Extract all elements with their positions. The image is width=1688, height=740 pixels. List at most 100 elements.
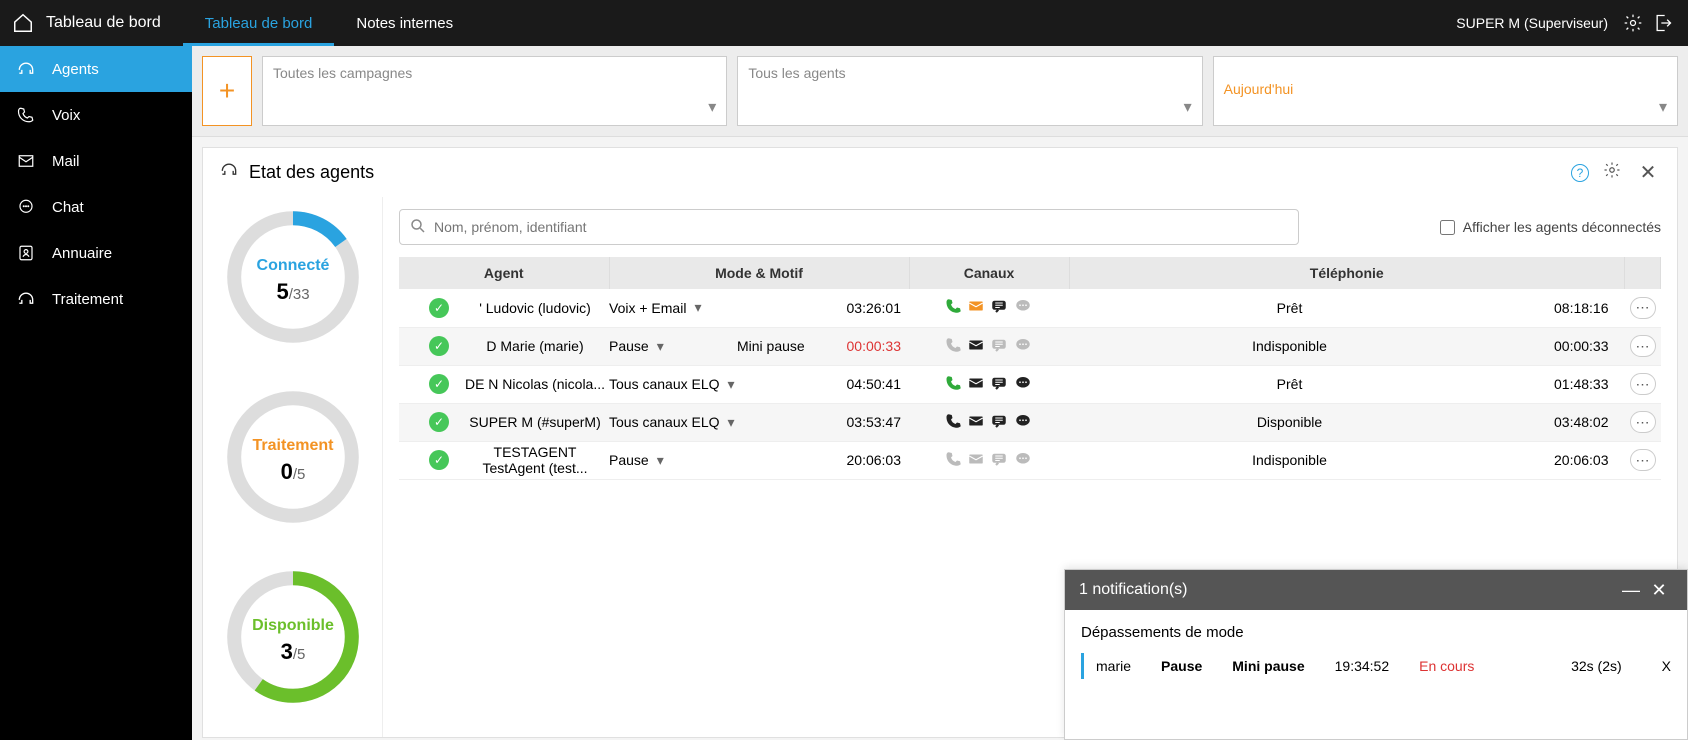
mode-timer: 03:26:01 xyxy=(847,300,902,316)
telephony-status: Prêt xyxy=(1085,376,1494,392)
telephony-timer: 08:18:16 xyxy=(1554,300,1609,316)
close-icon[interactable]: ✕ xyxy=(1645,580,1673,601)
status-check-icon: ✓ xyxy=(429,450,449,470)
checkbox-input[interactable] xyxy=(1440,220,1455,235)
close-icon[interactable]: ✕ xyxy=(1635,160,1661,185)
gauge-value: 3/5 xyxy=(223,639,363,665)
headset-icon xyxy=(219,160,239,185)
notifications-title: 1 notification(s) xyxy=(1079,581,1188,599)
mode-select[interactable]: Voix + Email▾ xyxy=(609,299,719,316)
sidebar-item-voix[interactable]: Voix xyxy=(0,92,192,138)
notif-dismiss-icon[interactable]: X xyxy=(1662,658,1671,674)
mode-timer: 20:06:03 xyxy=(847,452,902,468)
notif-status: En cours xyxy=(1419,658,1474,674)
table-row: ✓ ' Ludovic (ludovic) Voix + Email▾ 03:2… xyxy=(399,289,1661,327)
home-icon[interactable] xyxy=(0,12,46,34)
gauge-value: 0/5 xyxy=(223,459,363,485)
sidebar-item-mail[interactable]: Mail xyxy=(0,138,192,184)
telephony-status: Prêt xyxy=(1085,300,1494,316)
filter-label: Toutes les campagnes xyxy=(273,65,412,81)
search-icon xyxy=(409,217,427,240)
mode-select[interactable]: Tous canaux ELQ▾ xyxy=(609,376,735,393)
col-agent[interactable]: Agent xyxy=(399,257,609,289)
gauge-label: Traitement xyxy=(223,437,363,455)
tab-notes-internes[interactable]: Notes internes xyxy=(334,0,475,46)
row-actions-menu[interactable]: ⋯ xyxy=(1630,297,1656,319)
panel-title: Etat des agents xyxy=(249,162,374,183)
caret-down-icon: ▾ xyxy=(708,97,716,117)
channels-icons xyxy=(945,412,1033,430)
telephony-timer: 00:00:33 xyxy=(1554,338,1609,354)
col-telephony[interactable]: Téléphonie xyxy=(1069,257,1625,289)
sidebar-item-label: Chat xyxy=(52,199,84,216)
table-row: ✓ SUPER M (#superM) Tous canaux ELQ▾ 03:… xyxy=(399,403,1661,441)
show-disconnected-checkbox[interactable]: Afficher les agents déconnectés xyxy=(1440,219,1661,235)
telephony-status: Disponible xyxy=(1085,414,1494,430)
sidebar-item-agents[interactable]: Agents xyxy=(0,46,192,92)
motif-label: Mini pause xyxy=(737,338,805,354)
mode-timer: 00:00:33 xyxy=(847,338,902,354)
minimize-icon[interactable]: — xyxy=(1617,580,1645,601)
channels-icons xyxy=(945,450,1033,468)
channels-icons xyxy=(945,336,1033,354)
status-check-icon: ✓ xyxy=(429,336,449,356)
table-row: ✓ DE N Nicolas (nicola... Tous canaux EL… xyxy=(399,365,1661,403)
sidebar-item-label: Traitement xyxy=(52,291,123,308)
notif-motif: Mini pause xyxy=(1232,658,1304,674)
settings-gear-icon[interactable] xyxy=(1599,161,1625,184)
notif-duration: 32s (2s) xyxy=(1571,658,1622,674)
table-row: ✓ TESTAGENT TestAgent (test... Pause▾ 20… xyxy=(399,441,1661,479)
agents-table: Agent Mode & Motif Canaux Téléphonie ✓ '… xyxy=(399,257,1661,480)
mail-icon xyxy=(16,152,36,170)
col-channels[interactable]: Canaux xyxy=(909,257,1069,289)
app-title: Tableau de bord xyxy=(46,14,173,32)
row-actions-menu[interactable]: ⋯ xyxy=(1630,449,1656,471)
agents-filter[interactable]: Tous les agents ▾ xyxy=(737,56,1202,126)
top-tabs: Tableau de bord Notes internes xyxy=(183,0,475,46)
telephony-timer: 01:48:33 xyxy=(1554,376,1609,392)
add-widget-button[interactable]: + xyxy=(202,56,252,126)
tab-tableau-de-bord[interactable]: Tableau de bord xyxy=(183,0,335,46)
settings-gear-icon[interactable] xyxy=(1618,13,1648,33)
telephony-status: Indisponible xyxy=(1085,338,1494,354)
status-check-icon: ✓ xyxy=(429,412,449,432)
telephony-status: Indisponible xyxy=(1085,452,1494,468)
user-label: SUPER M (Superviseur) xyxy=(1456,15,1618,31)
agent-name: ' Ludovic (ludovic) xyxy=(461,300,609,316)
col-mode[interactable]: Mode & Motif xyxy=(609,257,909,289)
notif-row: marie Pause Mini pause 19:34:52 En cours… xyxy=(1081,653,1671,679)
agent-name: SUPER M (#superM) xyxy=(461,414,609,430)
row-actions-menu[interactable]: ⋯ xyxy=(1630,373,1656,395)
gauge-label: Connecté xyxy=(223,257,363,275)
sidebar-item-chat[interactable]: Chat xyxy=(0,184,192,230)
sidebar-item-annuaire[interactable]: Annuaire xyxy=(0,230,192,276)
filter-label: Aujourd'hui xyxy=(1224,81,1667,97)
row-actions-menu[interactable]: ⋯ xyxy=(1630,411,1656,433)
notif-time: 19:34:52 xyxy=(1335,658,1390,674)
mode-timer: 03:53:47 xyxy=(847,414,902,430)
logout-icon[interactable] xyxy=(1648,13,1678,33)
gauge-connected: Connecté 5/33 xyxy=(223,207,363,347)
date-filter[interactable]: Aujourd'hui ▾ xyxy=(1213,56,1678,126)
mode-select[interactable]: Pause▾ xyxy=(609,452,719,469)
mode-select[interactable]: Pause▾ xyxy=(609,338,719,355)
notifications-panel: 1 notification(s) — ✕ Dépassements de mo… xyxy=(1064,569,1688,740)
sidebar-item-traitement[interactable]: Traitement xyxy=(0,276,192,322)
checkbox-label: Afficher les agents déconnectés xyxy=(1463,219,1661,235)
phone-icon xyxy=(16,106,36,124)
caret-down-icon: ▾ xyxy=(1659,97,1667,117)
mode-select[interactable]: Tous canaux ELQ▾ xyxy=(609,414,735,431)
search-input[interactable] xyxy=(399,209,1299,245)
sidebar: Agents Voix Mail Chat Annuaire Traitemen… xyxy=(0,46,192,740)
campaigns-filter[interactable]: Toutes les campagnes ▾ xyxy=(262,56,727,126)
notif-section-title: Dépassements de mode xyxy=(1081,624,1671,641)
mode-timer: 04:50:41 xyxy=(847,376,902,392)
headset-icon xyxy=(16,289,36,309)
help-icon[interactable]: ? xyxy=(1571,164,1589,182)
caret-down-icon: ▾ xyxy=(1184,97,1192,117)
table-header-row: Agent Mode & Motif Canaux Téléphonie xyxy=(399,257,1661,289)
tab-label: Tableau de bord xyxy=(205,15,313,32)
search-box xyxy=(399,209,1299,245)
telephony-timer: 03:48:02 xyxy=(1554,414,1609,430)
row-actions-menu[interactable]: ⋯ xyxy=(1630,335,1656,357)
